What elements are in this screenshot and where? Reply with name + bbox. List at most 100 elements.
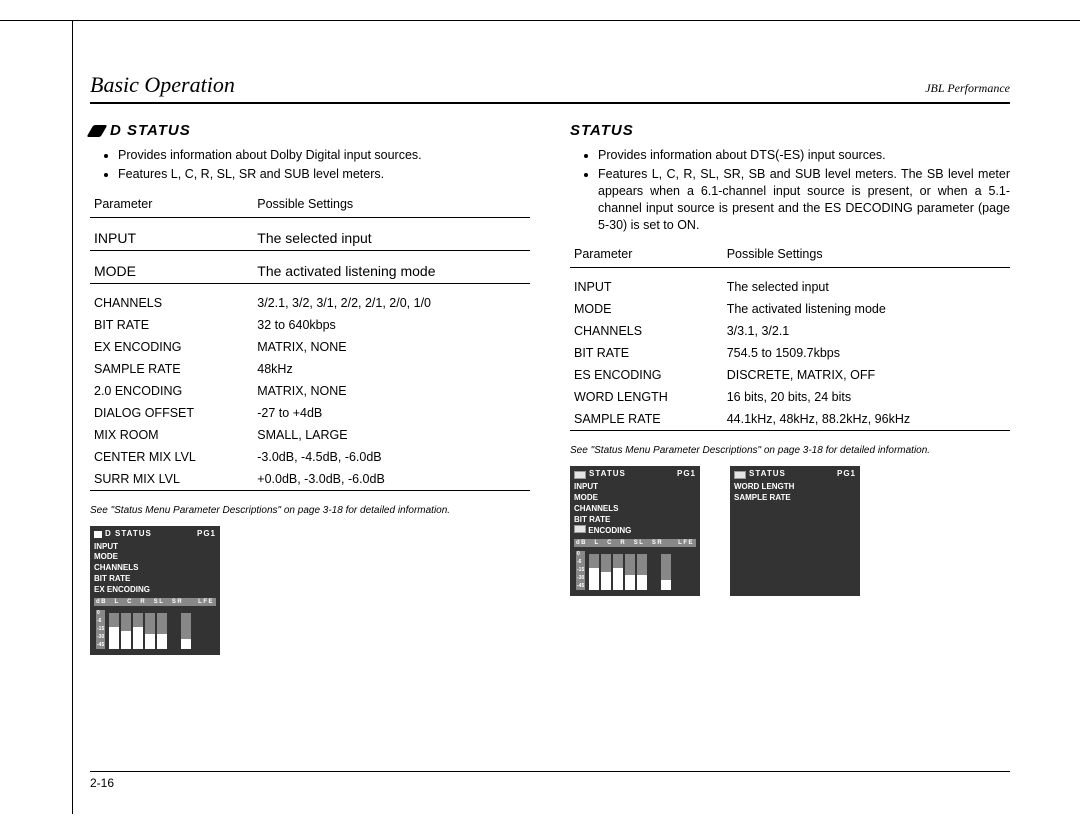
left-column: D STATUS Provides information about Dolb… <box>90 122 530 655</box>
thumb-title-left: STATUS <box>589 469 626 480</box>
meter-bar <box>181 613 191 649</box>
setting: -3.0dB, -4.5dB, -6.0dB <box>253 446 530 468</box>
thumb-title-right: PG1 <box>677 469 696 480</box>
param: DIALOG OFFSET <box>90 402 253 424</box>
setting: 754.5 to 1509.7kbps <box>723 342 1010 364</box>
right-thumb-1: STATUS PG1 INPUT MODE CHANNELS BIT RATE … <box>570 466 700 596</box>
meter-labels: dB L C R SL SR LFE <box>574 539 696 547</box>
right-column: STATUS Provides information about DTS(-E… <box>570 122 1010 655</box>
left-title-text: D STATUS <box>110 122 191 139</box>
setting: The selected input <box>723 276 1010 298</box>
meter-bar <box>157 613 167 649</box>
setting: MATRIX, NONE <box>253 336 530 358</box>
col-header-settings: Possible Settings <box>723 241 1010 268</box>
meter-scale: 0 -6 -15 -30 -45 <box>96 610 105 649</box>
param: MODE <box>570 298 723 320</box>
thumb-title-left: STATUS <box>749 469 786 480</box>
setting: DISCRETE, MATRIX, OFF <box>723 364 1010 386</box>
right-caption: See "Status Menu Parameter Descriptions"… <box>570 445 1010 456</box>
param: SAMPLE RATE <box>90 358 253 380</box>
param: INPUT <box>90 226 253 251</box>
meter-bar <box>613 554 623 590</box>
meter-bar <box>109 613 119 649</box>
square-icon <box>94 531 102 538</box>
meter-bar <box>637 554 647 590</box>
meter-scale: 0 -6 -15 -30 -45 <box>576 551 585 590</box>
param: BIT RATE <box>570 342 723 364</box>
setting: 3/3.1, 3/2.1 <box>723 320 1010 342</box>
param: SURR MIX LVL <box>90 468 253 491</box>
param: CENTER MIX LVL <box>90 446 253 468</box>
meter-labels: dB L C R SL SR LFE <box>94 598 216 606</box>
left-caption: See "Status Menu Parameter Descriptions"… <box>90 505 530 516</box>
level-meters: 0 -6 -15 -30 -45 <box>574 549 696 592</box>
meter-bar <box>625 554 635 590</box>
meter-bar <box>121 613 131 649</box>
setting: MATRIX, NONE <box>253 380 530 402</box>
param: INPUT <box>570 276 723 298</box>
thumb-line: INPUT <box>94 542 216 553</box>
setting: The selected input <box>253 226 530 251</box>
es-icon <box>574 525 586 533</box>
left-bullets: Provides information about Dolby Digital… <box>90 147 530 183</box>
header-left: Basic Operation <box>90 72 235 98</box>
setting: +0.0dB, -3.0dB, -6.0dB <box>253 468 530 491</box>
bullet: Features L, C, R, SL, SR and SUB level m… <box>118 166 530 183</box>
meter-bar <box>145 613 155 649</box>
section-title-right: STATUS <box>570 122 1010 139</box>
setting: SMALL, LARGE <box>253 424 530 446</box>
setting: The activated listening mode <box>723 298 1010 320</box>
bullet: Provides information about DTS(-ES) inpu… <box>598 147 1010 164</box>
right-params-table: ParameterPossible Settings INPUTThe sele… <box>570 241 1010 439</box>
thumb-title-right: PG1 <box>197 529 216 540</box>
setting: 48kHz <box>253 358 530 380</box>
param: EX ENCODING <box>90 336 253 358</box>
thumb-title-right: PG1 <box>837 469 856 480</box>
meter-bar <box>133 613 143 649</box>
thumb-line: CHANNELS <box>94 563 216 574</box>
thumb-line: WORD LENGTH <box>734 482 856 493</box>
thumb-line: EX ENCODING <box>94 585 216 596</box>
parallelogram-icon <box>87 125 108 137</box>
thumb-line: MODE <box>94 552 216 563</box>
thumb-line: BIT RATE <box>574 515 696 526</box>
page-header: Basic Operation JBL Performance <box>90 72 1010 104</box>
thumb-line: MODE <box>574 493 696 504</box>
setting: 16 bits, 20 bits, 24 bits <box>723 386 1010 408</box>
col-header-param: Parameter <box>570 241 723 268</box>
thumb-line: INPUT <box>574 482 696 493</box>
meter-bar <box>661 554 671 590</box>
thumb-line: ENCODING <box>574 525 696 537</box>
setting: 44.1kHz, 48kHz, 88.2kHz, 96kHz <box>723 408 1010 431</box>
setting: 3/2.1, 3/2, 3/1, 2/2, 2/1, 2/0, 1/0 <box>253 292 530 314</box>
left-thumb: D STATUS PG1 INPUT MODE CHANNELS BIT RAT… <box>90 526 220 655</box>
left-params-table: ParameterPossible Settings INPUTThe sele… <box>90 191 530 499</box>
col-header-settings: Possible Settings <box>253 191 530 218</box>
right-title-text: STATUS <box>570 122 634 139</box>
header-right: JBL Performance <box>925 81 1010 96</box>
bullet: Provides information about Dolby Digital… <box>118 147 530 164</box>
col-header-param: Parameter <box>90 191 253 218</box>
thumb-line: SAMPLE RATE <box>734 493 856 504</box>
meter-bar <box>589 554 599 590</box>
thumb-title-left: D STATUS <box>105 529 152 540</box>
page-number: 2-16 <box>90 771 1010 790</box>
param: CHANNELS <box>570 320 723 342</box>
dts-icon <box>574 471 586 479</box>
param: BIT RATE <box>90 314 253 336</box>
param: MIX ROOM <box>90 424 253 446</box>
thumb-line: BIT RATE <box>94 574 216 585</box>
param: WORD LENGTH <box>570 386 723 408</box>
setting: -27 to +4dB <box>253 402 530 424</box>
right-bullets: Provides information about DTS(-ES) inpu… <box>570 147 1010 233</box>
bullet: Features L, C, R, SL, SR, SB and SUB lev… <box>598 166 1010 234</box>
level-meters: 0 -6 -15 -30 -45 <box>94 608 216 651</box>
param: 2.0 ENCODING <box>90 380 253 402</box>
setting: 32 to 640kbps <box>253 314 530 336</box>
param: ES ENCODING <box>570 364 723 386</box>
setting: The activated listening mode <box>253 259 530 284</box>
param: CHANNELS <box>90 292 253 314</box>
section-title-left: D STATUS <box>90 122 530 139</box>
param: SAMPLE RATE <box>570 408 723 431</box>
thumb-line: CHANNELS <box>574 504 696 515</box>
